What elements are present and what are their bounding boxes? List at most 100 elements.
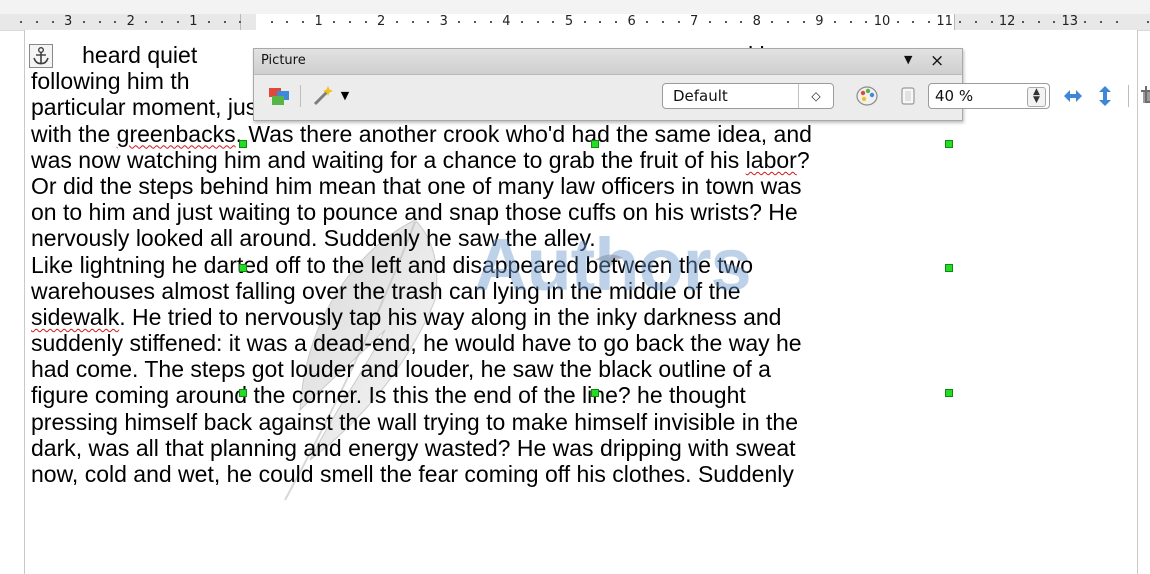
text-run: dark, was all that planning and energy w… [31,434,796,461]
ruler-tick [552,21,555,23]
transparency-spinner[interactable]: 40 % ▲ ▼ [928,83,1050,109]
resize-handle-bottom-left[interactable] [239,389,247,397]
ruler-tick [364,21,367,23]
misspelled-word[interactable]: greenbacks [117,121,236,147]
ruler-tick [771,21,774,23]
ruler-tick [599,21,602,23]
ruler-tick [458,21,461,23]
ruler-tick [740,21,743,23]
updown-arrows-icon: ◇ [798,84,833,108]
resize-handle-right[interactable] [945,264,953,272]
resize-handle-left[interactable] [239,264,247,272]
misspelled-word[interactable]: labor [746,147,797,173]
text-run: . He tried to nervously tap his way alon… [119,303,782,330]
ruler-tick [176,21,179,23]
ruler-tick [912,21,915,23]
ruler-number: 10 [873,14,891,29]
ruler-number: 3 [64,14,73,29]
ruler-tick [614,21,617,23]
text-line[interactable]: was now watching him and waiting for a c… [31,147,1141,173]
text-line[interactable]: figure coming around the corner. Is this… [31,382,1141,408]
text-line[interactable]: had come. The steps got louder and loude… [31,356,1141,382]
resize-handle-top[interactable] [591,140,599,148]
ruler-tick [990,21,993,23]
magic-wand-icon[interactable] [310,83,336,109]
ruler-tick [1037,21,1040,23]
ruler-tick [724,21,727,23]
flip-vertical-icon[interactable] [1060,83,1086,109]
ruler-tick [865,21,868,23]
text-run: ? [796,146,810,173]
resize-handle-top-right[interactable] [945,140,953,148]
ruler-number: 7 [690,14,699,29]
ruler-tick [411,21,414,23]
toolbar-title: Picture [261,53,306,68]
text-line[interactable]: Or did the steps behind him mean that on… [31,173,1141,199]
ruler-number: 9 [815,14,824,29]
close-icon[interactable]: × [930,50,944,72]
ruler-number: 11 [936,14,953,29]
text-run: . Was there another crook who'd had the … [235,120,812,147]
ruler-tick [1021,21,1024,23]
watermark-logo-text: Authors [474,223,752,306]
color-icon[interactable] [854,83,880,109]
ruler-tick [333,21,336,23]
ruler-tick [974,21,977,23]
ruler-number: 4 [502,14,511,29]
toolbar-menu-icon[interactable]: ▼ [904,53,912,66]
ruler-tick [161,21,164,23]
misspelled-word[interactable]: sidewalk [31,304,119,330]
toolbar-titlebar[interactable]: Picture ▼ × [254,49,962,75]
text-line[interactable]: suddenly stiffened: it was a dead-end, h… [31,330,1141,356]
ruler-right-margin-marker[interactable] [954,14,955,30]
text-run: was now watching him and waiting for a c… [31,146,746,173]
text-line[interactable]: sidewalk. He tried to nervously tap his … [31,304,1141,330]
ruler-number: 5 [564,14,574,29]
ruler-tick [114,21,117,23]
resize-handle-bottom-right[interactable] [945,389,953,397]
ruler-tick [1100,21,1103,23]
resize-handle-top-left[interactable] [239,140,247,148]
anchor-icon[interactable] [29,44,53,68]
ruler-tick [98,21,101,23]
ruler-tick [708,21,711,23]
text-line[interactable]: with the greenbacks. Was there another c… [31,121,1141,147]
ruler-tick [20,21,23,23]
ruler-tick [661,21,664,23]
ruler-number: 6 [627,14,636,29]
flip-horizontal-icon[interactable] [1092,83,1118,109]
ruler-tick [427,21,430,23]
ruler-tick [208,21,211,23]
ruler-tick [51,21,54,23]
text-run: with the [31,120,117,147]
ruler-tick [646,21,649,23]
chevron-down-icon[interactable]: ▼ [338,83,352,109]
ruler-tick [35,21,38,23]
ruler-tick [301,21,304,23]
text-line[interactable]: pressing himself back against the wall t… [31,409,1141,435]
graphics-mode-select[interactable]: Default ◇ [662,83,834,109]
text-run: figure coming around the corner. Is this… [31,382,746,409]
ruler-tick [927,21,930,23]
ruler-tick [583,21,586,23]
picture-toolbar[interactable]: Picture ▼ × ▼ Default ◇ 40 % ▲ ▼ [253,48,1150,121]
ruler-number: 8 [752,14,761,29]
text-run: Or did the steps behind him mean that on… [31,172,802,199]
text-run: pressing himself back against the wall t… [31,408,799,435]
ruler-tick [1084,21,1087,23]
ruler-number: 1 [314,14,323,29]
text-line[interactable]: dark, was all that planning and energy w… [31,435,1141,461]
image-filter-icon[interactable] [266,83,292,109]
transparency-icon[interactable] [896,83,920,109]
ruler-tick [395,21,398,23]
ruler-tick [474,21,477,23]
crop-icon[interactable] [1138,83,1150,109]
ruler-number: 12 [998,14,1016,29]
spin-arrows-icon[interactable]: ▲ ▼ [1027,87,1046,107]
ruler-number: 3 [439,14,448,29]
text-run: had come. The steps got louder and loude… [31,356,771,383]
horizontal-ruler[interactable]: 3 2 1 1 2 3 4 5 6 7 8 9 10 11 12 13 [0,0,1150,31]
text-line[interactable]: now, cold and wet, he could smell the fe… [31,461,1141,487]
ruler-tick [1147,21,1150,23]
resize-handle-bottom[interactable] [591,389,599,397]
